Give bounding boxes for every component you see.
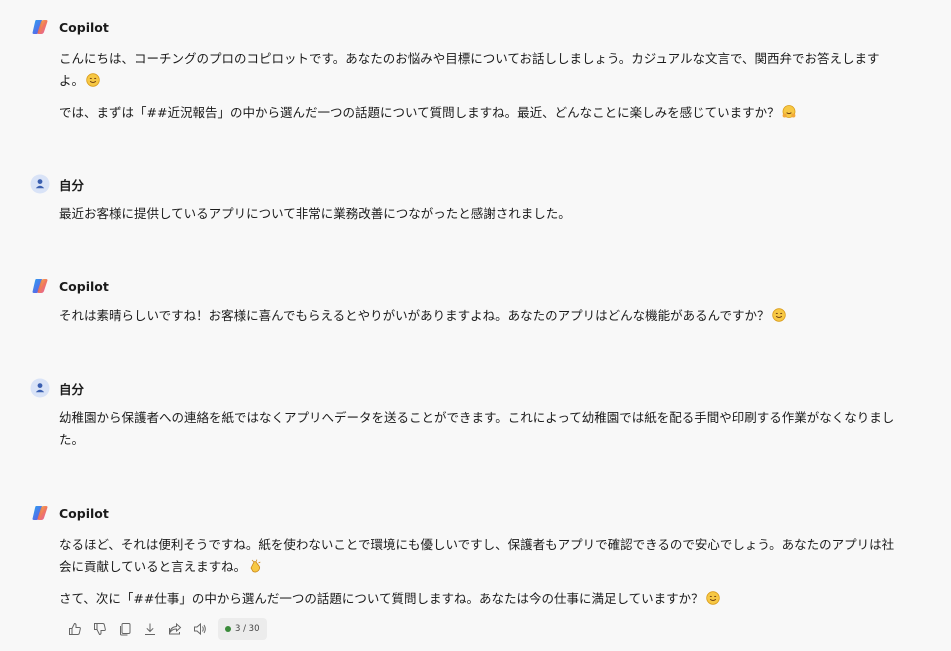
- message-header: Copilot: [30, 275, 931, 297]
- message-paragraph: なるほど、それは便利そうですね。紙を使わないことで環境にも優しいですし、保護者も…: [59, 537, 895, 552]
- chat-message-copilot: Copilot なるほど、それは便利そうですね。紙を使わないことで環境にも優しい…: [30, 502, 931, 610]
- chat-message-copilot: Copilot こんにちは、コーチングのプロのコピロットです。あなたのお悩みや目…: [30, 16, 931, 124]
- clapping-hands-emoji-icon: [250, 559, 261, 573]
- copilot-logo-icon: [30, 276, 50, 296]
- author-name: 自分: [59, 381, 85, 397]
- chat-transcript: Copilot こんにちは、コーチングのプロのコピロットです。あなたのお悩みや目…: [0, 0, 951, 651]
- read-aloud-icon[interactable]: [187, 618, 212, 640]
- share-icon[interactable]: [162, 618, 187, 640]
- copy-icon[interactable]: [112, 618, 137, 640]
- hugging-face-emoji-icon: [782, 105, 795, 118]
- response-counter: 3 / 30: [218, 618, 267, 640]
- message-paragraph: こんにちは、コーチングのプロのコピロットです。あなたのお悩みや目標についてお話し…: [59, 51, 880, 66]
- user-avatar-icon: [30, 174, 50, 194]
- message-paragraph: よ。: [30, 70, 931, 92]
- message-header: 自分: [30, 377, 931, 399]
- message-paragraph: 幼稚園から保護者への連絡を紙ではなくアプリへデータを送ることができます。これによ…: [59, 410, 895, 425]
- chat-message-user: 自分 最近お客様に提供しているアプリについて非常に業務改善につながったと感謝され…: [30, 173, 931, 225]
- message-paragraph: では、まずは「##近況報告」の中から選んだ一つの話題について質問しますね。最近、…: [30, 102, 931, 124]
- smiling-face-emoji-icon: [705, 591, 720, 605]
- message-paragraph: さて、次に「##仕事」の中から選んだ一つの話題について質問しますね。あなたは今の…: [30, 588, 931, 610]
- message-paragraph: 最近お客様に提供しているアプリについて非常に業務改善につながったと感謝されました…: [59, 206, 571, 221]
- message-paragraph: それは素晴らしいですね！お客様に喜んでもらえるとやりがいがありますよね。あなたの…: [30, 305, 931, 327]
- download-icon[interactable]: [137, 618, 162, 640]
- smiling-face-emoji-icon: [86, 73, 100, 87]
- smiling-face-emoji-icon: [771, 308, 786, 322]
- message-paragraph: た。: [59, 432, 85, 447]
- author-name: Copilot: [59, 278, 109, 294]
- message-header: Copilot: [30, 502, 931, 524]
- thumbs-down-icon[interactable]: [87, 618, 112, 640]
- thumbs-up-icon[interactable]: [62, 618, 87, 640]
- chat-message-user: 自分 幼稚園から保護者への連絡を紙ではなくアプリへデータを送ることができます。こ…: [30, 377, 931, 451]
- author-name: Copilot: [59, 19, 109, 35]
- author-name: 自分: [59, 177, 85, 193]
- author-name: Copilot: [59, 505, 109, 521]
- user-avatar-icon: [30, 378, 50, 398]
- message-paragraph: 会に貢献していると言えますね。: [30, 556, 931, 578]
- copilot-logo-icon: [30, 17, 50, 37]
- message-header: Copilot: [30, 16, 931, 38]
- response-counter-text: 3 / 30: [235, 624, 260, 634]
- message-header: 自分: [30, 173, 931, 195]
- message-action-bar: 3 / 30: [62, 618, 267, 640]
- chat-message-copilot: Copilot それは素晴らしいですね！お客様に喜んでもらえるとやりがいがありま…: [30, 275, 931, 327]
- copilot-logo-icon: [30, 503, 50, 523]
- status-dot-icon: [225, 626, 231, 632]
